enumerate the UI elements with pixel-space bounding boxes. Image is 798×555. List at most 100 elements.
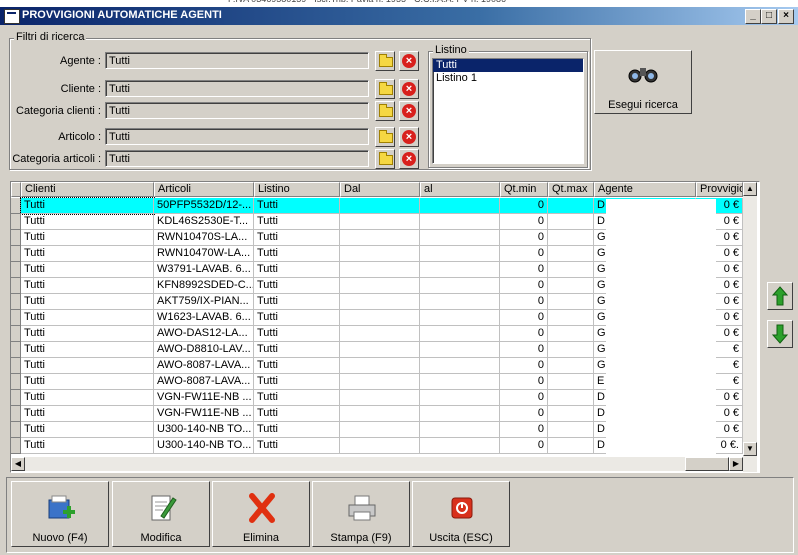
row-indicator[interactable] (11, 358, 21, 374)
cell-qtmin[interactable]: 0 (500, 246, 548, 262)
cell-qtmin[interactable]: 0 (500, 294, 548, 310)
cell-articolo[interactable]: VGN-FW11E-NB ... (154, 406, 254, 422)
row-indicator[interactable] (11, 294, 21, 310)
catclienti-clear-button[interactable]: × (399, 101, 419, 121)
cell-al[interactable] (420, 230, 500, 246)
cell-qtmax[interactable] (548, 390, 594, 406)
scroll-up-button[interactable]: ▲ (743, 182, 757, 196)
cell-dal[interactable] (340, 294, 420, 310)
scroll-left-button[interactable]: ◀ (11, 457, 25, 471)
cell-cliente[interactable]: Tutti (21, 374, 154, 390)
cell-al[interactable] (420, 294, 500, 310)
cell-listino[interactable]: Tutti (254, 310, 340, 326)
modifica-button[interactable]: Modifica (112, 481, 210, 547)
cell-cliente[interactable]: Tutti (21, 278, 154, 294)
listino-item[interactable]: Listino 1 (433, 72, 583, 85)
cell-dal[interactable] (340, 230, 420, 246)
cell-articolo[interactable]: AKT759/IX-PIAN... (154, 294, 254, 310)
cell-articolo[interactable]: KDL46S2530E-T... (154, 214, 254, 230)
cell-articolo[interactable]: 50PFP5532D/12-... (154, 198, 254, 214)
row-indicator[interactable] (11, 374, 21, 390)
uscita-button[interactable]: Uscita (ESC) (412, 481, 510, 547)
cliente-clear-button[interactable]: × (399, 79, 419, 99)
col-qtmax[interactable]: Qt.max (548, 182, 594, 197)
cell-qtmin[interactable]: 0 (500, 214, 548, 230)
cell-dal[interactable] (340, 278, 420, 294)
move-down-button[interactable] (767, 320, 793, 348)
cell-qtmax[interactable] (548, 438, 594, 454)
catarticoli-field[interactable]: Tutti (105, 150, 369, 167)
horizontal-scrollbar[interactable]: ◀ ▶ (11, 457, 743, 471)
cell-qtmin[interactable]: 0 (500, 278, 548, 294)
cell-listino[interactable]: Tutti (254, 198, 340, 214)
cell-dal[interactable] (340, 406, 420, 422)
cell-listino[interactable]: Tutti (254, 342, 340, 358)
row-indicator[interactable] (11, 406, 21, 422)
cell-cliente[interactable]: Tutti (21, 326, 154, 342)
cell-qtmin[interactable]: 0 (500, 406, 548, 422)
cell-articolo[interactable]: W1623-LAVAB. 6... (154, 310, 254, 326)
cell-articolo[interactable]: W3791-LAVAB. 6... (154, 262, 254, 278)
col-al[interactable]: al (420, 182, 500, 197)
minimize-button[interactable]: _ (745, 9, 761, 24)
catclienti-browse-button[interactable] (375, 101, 395, 121)
cell-listino[interactable]: Tutti (254, 422, 340, 438)
cell-cliente[interactable]: Tutti (20, 197, 155, 215)
cell-cliente[interactable]: Tutti (21, 358, 154, 374)
scroll-thumb[interactable] (685, 457, 729, 471)
scroll-right-button[interactable]: ▶ (729, 457, 743, 471)
cell-qtmin[interactable]: 0 (500, 198, 548, 214)
cell-articolo[interactable]: AWO-D8810-LAV... (154, 342, 254, 358)
cell-dal[interactable] (340, 198, 420, 214)
cell-listino[interactable]: Tutti (254, 262, 340, 278)
cell-qtmin[interactable]: 0 (500, 342, 548, 358)
cell-articolo[interactable]: RWN10470W-LA... (154, 246, 254, 262)
cell-al[interactable] (420, 374, 500, 390)
cell-qtmax[interactable] (548, 214, 594, 230)
row-indicator[interactable] (11, 310, 21, 326)
cell-qtmin[interactable]: 0 (500, 326, 548, 342)
cell-articolo[interactable]: AWO-8087-LAVA... (154, 374, 254, 390)
catarticoli-clear-button[interactable]: × (399, 149, 419, 169)
cell-qtmax[interactable] (548, 278, 594, 294)
cell-qtmax[interactable] (548, 326, 594, 342)
scroll-down-button[interactable]: ▼ (743, 442, 757, 456)
cliente-browse-button[interactable] (375, 79, 395, 99)
articolo-field[interactable]: Tutti (105, 128, 369, 145)
cell-dal[interactable] (340, 262, 420, 278)
cell-qtmax[interactable] (548, 422, 594, 438)
col-clienti[interactable]: Clienti (21, 182, 154, 197)
cell-al[interactable] (420, 406, 500, 422)
col-qtmin[interactable]: Qt.min (500, 182, 548, 197)
cell-listino[interactable]: Tutti (254, 358, 340, 374)
cell-listino[interactable]: Tutti (254, 214, 340, 230)
cell-articolo[interactable]: U300-140-NB TO... (154, 422, 254, 438)
cell-qtmax[interactable] (548, 246, 594, 262)
cell-qtmax[interactable] (548, 262, 594, 278)
stampa-button[interactable]: Stampa (F9) (312, 481, 410, 547)
cell-cliente[interactable]: Tutti (21, 310, 154, 326)
agente-field[interactable]: Tutti (105, 52, 369, 69)
catclienti-field[interactable]: Tutti (105, 102, 369, 119)
col-listino[interactable]: Listino (254, 182, 340, 197)
cell-listino[interactable]: Tutti (254, 374, 340, 390)
cell-qtmax[interactable] (548, 374, 594, 390)
cell-articolo[interactable]: U300-140-NB TO... (154, 438, 254, 454)
row-indicator[interactable] (11, 230, 21, 246)
cell-listino[interactable]: Tutti (254, 326, 340, 342)
cell-qtmax[interactable] (548, 230, 594, 246)
cell-articolo[interactable]: AWO-8087-LAVA... (154, 358, 254, 374)
cell-articolo[interactable]: RWN10470S-LA... (154, 230, 254, 246)
cell-al[interactable] (420, 326, 500, 342)
agente-browse-button[interactable] (375, 51, 395, 71)
cell-al[interactable] (420, 278, 500, 294)
cell-qtmin[interactable]: 0 (500, 310, 548, 326)
cell-cliente[interactable]: Tutti (21, 230, 154, 246)
cell-listino[interactable]: Tutti (254, 230, 340, 246)
col-agente[interactable]: Agente (594, 182, 696, 197)
cell-dal[interactable] (340, 422, 420, 438)
row-indicator[interactable] (11, 390, 21, 406)
row-indicator[interactable] (11, 262, 21, 278)
cell-al[interactable] (420, 262, 500, 278)
cell-al[interactable] (420, 422, 500, 438)
